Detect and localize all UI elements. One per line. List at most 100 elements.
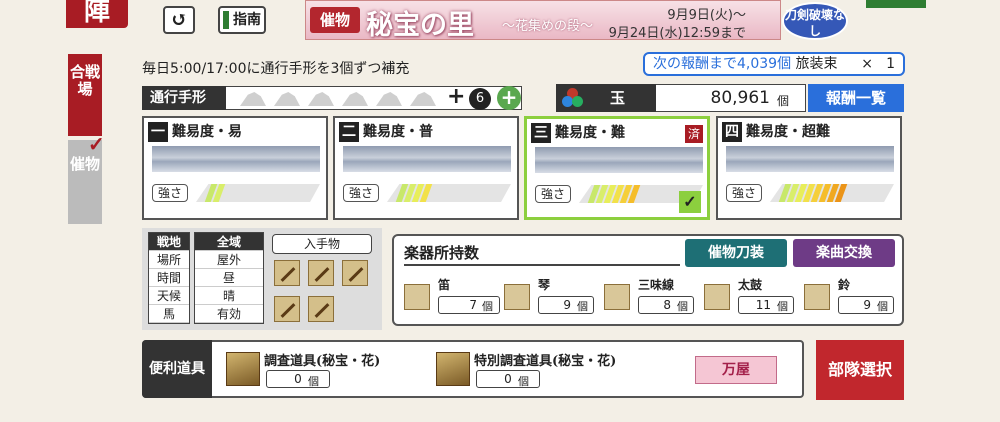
difficulty-number: 一: [148, 122, 168, 142]
koto-icon: [504, 284, 530, 310]
stage-image: [535, 147, 703, 173]
conditions-labels: 戦地 場所 時間 天候 馬: [148, 232, 190, 324]
event-title: 秘宝の里: [366, 10, 474, 40]
bell-icon: [308, 296, 334, 322]
song-exchange-button[interactable]: 楽曲交換: [793, 239, 895, 267]
event-banner[interactable]: 催物 秘宝の里 〜花集めの段〜 9月9日(火)〜 9月24日(水)12:59まで: [305, 0, 781, 40]
cond-label: 時間: [149, 269, 189, 287]
cond-label: 馬: [149, 305, 189, 323]
corner-decoration: [866, 0, 926, 8]
stage-image: [726, 146, 894, 172]
tama-icon: [562, 88, 584, 108]
completed-badge: 済: [685, 125, 703, 143]
event-subtitle: 〜花集めの段〜: [502, 19, 594, 34]
strength-label: 強さ: [152, 184, 188, 202]
shop-button[interactable]: 万屋: [695, 356, 777, 384]
reward-list-button[interactable]: 報酬一覧: [808, 84, 904, 112]
conditions-values: 全域 屋外 昼 晴 有効: [194, 232, 264, 324]
instrument-unit: 個: [577, 300, 588, 313]
difficulty-number: 三: [531, 123, 551, 143]
next-reward-item: 旅装束: [795, 56, 838, 72]
cond-value: 全域: [195, 233, 263, 251]
strength-gauge: [387, 184, 511, 202]
flute-icon: [274, 260, 300, 286]
drum-icon: [704, 284, 730, 310]
strength-gauge: [770, 184, 894, 202]
cond-value: 有効: [195, 305, 263, 323]
strength-label: 強さ: [343, 184, 379, 202]
back-button[interactable]: ↺: [163, 6, 195, 34]
guide-button[interactable]: 指南: [218, 6, 266, 34]
koto-icon: [308, 260, 334, 286]
next-reward-count: 1: [886, 56, 895, 72]
tool-unit: 個: [518, 375, 529, 388]
next-reward-text: 次の報酬まで4,039個: [653, 56, 792, 72]
instrument-name: 笛: [438, 278, 451, 292]
event-date-end: 9月24日(水)12:59まで: [608, 26, 746, 40]
event-tag: 催物: [310, 7, 360, 33]
event-date-start: 9月9日(火)〜: [667, 8, 746, 23]
check-icon: ✓: [88, 132, 105, 156]
instrument-name: 鈴: [838, 278, 851, 292]
instrument-unit: 個: [677, 300, 688, 313]
stage-image: [152, 146, 320, 172]
tool-name: 調査道具(秘宝・花): [264, 354, 381, 369]
instrument-unit: 個: [777, 300, 788, 313]
difficulty-number: 四: [722, 122, 742, 142]
difficulty-card-normal[interactable]: 二難易度・普 強さ: [333, 116, 519, 220]
supply-note: 毎日5:00/17:00に通行手形を3個ずつ補充: [142, 61, 410, 77]
divider: [404, 264, 680, 266]
tool-name: 特別調査道具(秘宝・花): [474, 354, 617, 369]
selected-check-icon: ✓: [679, 191, 701, 213]
drum-icon: [274, 296, 300, 322]
difficulty-number: 二: [339, 122, 359, 142]
cond-label: 場所: [149, 251, 189, 269]
tool-unit: 個: [308, 375, 319, 388]
stage-image: [343, 146, 511, 172]
tool-count: 0: [476, 370, 540, 388]
cond-value: 晴: [195, 287, 263, 305]
select-team-button[interactable]: 部隊選択: [816, 340, 904, 400]
event-costume-button[interactable]: 催物刀装: [685, 239, 787, 267]
acquire-title: 入手物: [272, 234, 372, 254]
instrument-name: 琴: [538, 278, 551, 292]
add-pass-button[interactable]: +: [497, 86, 521, 110]
instrument-name: 三味線: [638, 278, 675, 292]
tama-unit: 個: [777, 94, 790, 108]
strength-label: 強さ: [726, 184, 762, 202]
tama-value: 80,961: [710, 88, 770, 108]
cond-label: 戦地: [149, 233, 189, 251]
pass-label: 通行手形: [142, 86, 226, 110]
strength-label: 強さ: [535, 185, 571, 203]
difficulty-title: 難易度・難: [555, 125, 625, 141]
shamisen-icon: [604, 284, 630, 310]
no-break-badge: 刀剣破壊なし: [782, 2, 848, 40]
strength-gauge: [196, 184, 320, 202]
instrument-unit: 個: [877, 300, 888, 313]
tools-label: 便利道具: [142, 340, 212, 398]
instruments-title: 楽器所持数: [404, 244, 480, 262]
shamisen-icon: [342, 260, 368, 286]
plus-sign: +: [447, 84, 466, 109]
instrument-name: 太鼓: [738, 278, 763, 292]
special-survey-tool-icon: [436, 352, 470, 386]
difficulty-title: 難易度・超難: [746, 124, 830, 140]
difficulty-title: 難易度・易: [172, 124, 242, 140]
cond-value: 屋外: [195, 251, 263, 269]
bell-icon: [804, 284, 830, 310]
cond-label: 天候: [149, 287, 189, 305]
instrument-unit: 個: [482, 300, 493, 313]
difficulty-card-very-hard[interactable]: 四難易度・超難 強さ: [716, 116, 902, 220]
tab-gosenjo[interactable]: 合戦場: [68, 54, 102, 136]
survey-tool-icon: [226, 352, 260, 386]
flute-icon: [404, 284, 430, 310]
difficulty-title: 難易度・普: [363, 124, 433, 140]
tool-count: 0: [266, 370, 330, 388]
cond-value: 昼: [195, 269, 263, 287]
multiplier-sign: ×: [861, 56, 873, 72]
guide-label: 指南: [233, 12, 261, 28]
difficulty-card-hard[interactable]: 三難易度・難 済 強さ ✓: [524, 116, 710, 220]
difficulty-card-easy[interactable]: 一難易度・易 強さ: [142, 116, 328, 220]
book-icon: [223, 11, 229, 29]
jin-logo: 陣: [66, 0, 128, 28]
